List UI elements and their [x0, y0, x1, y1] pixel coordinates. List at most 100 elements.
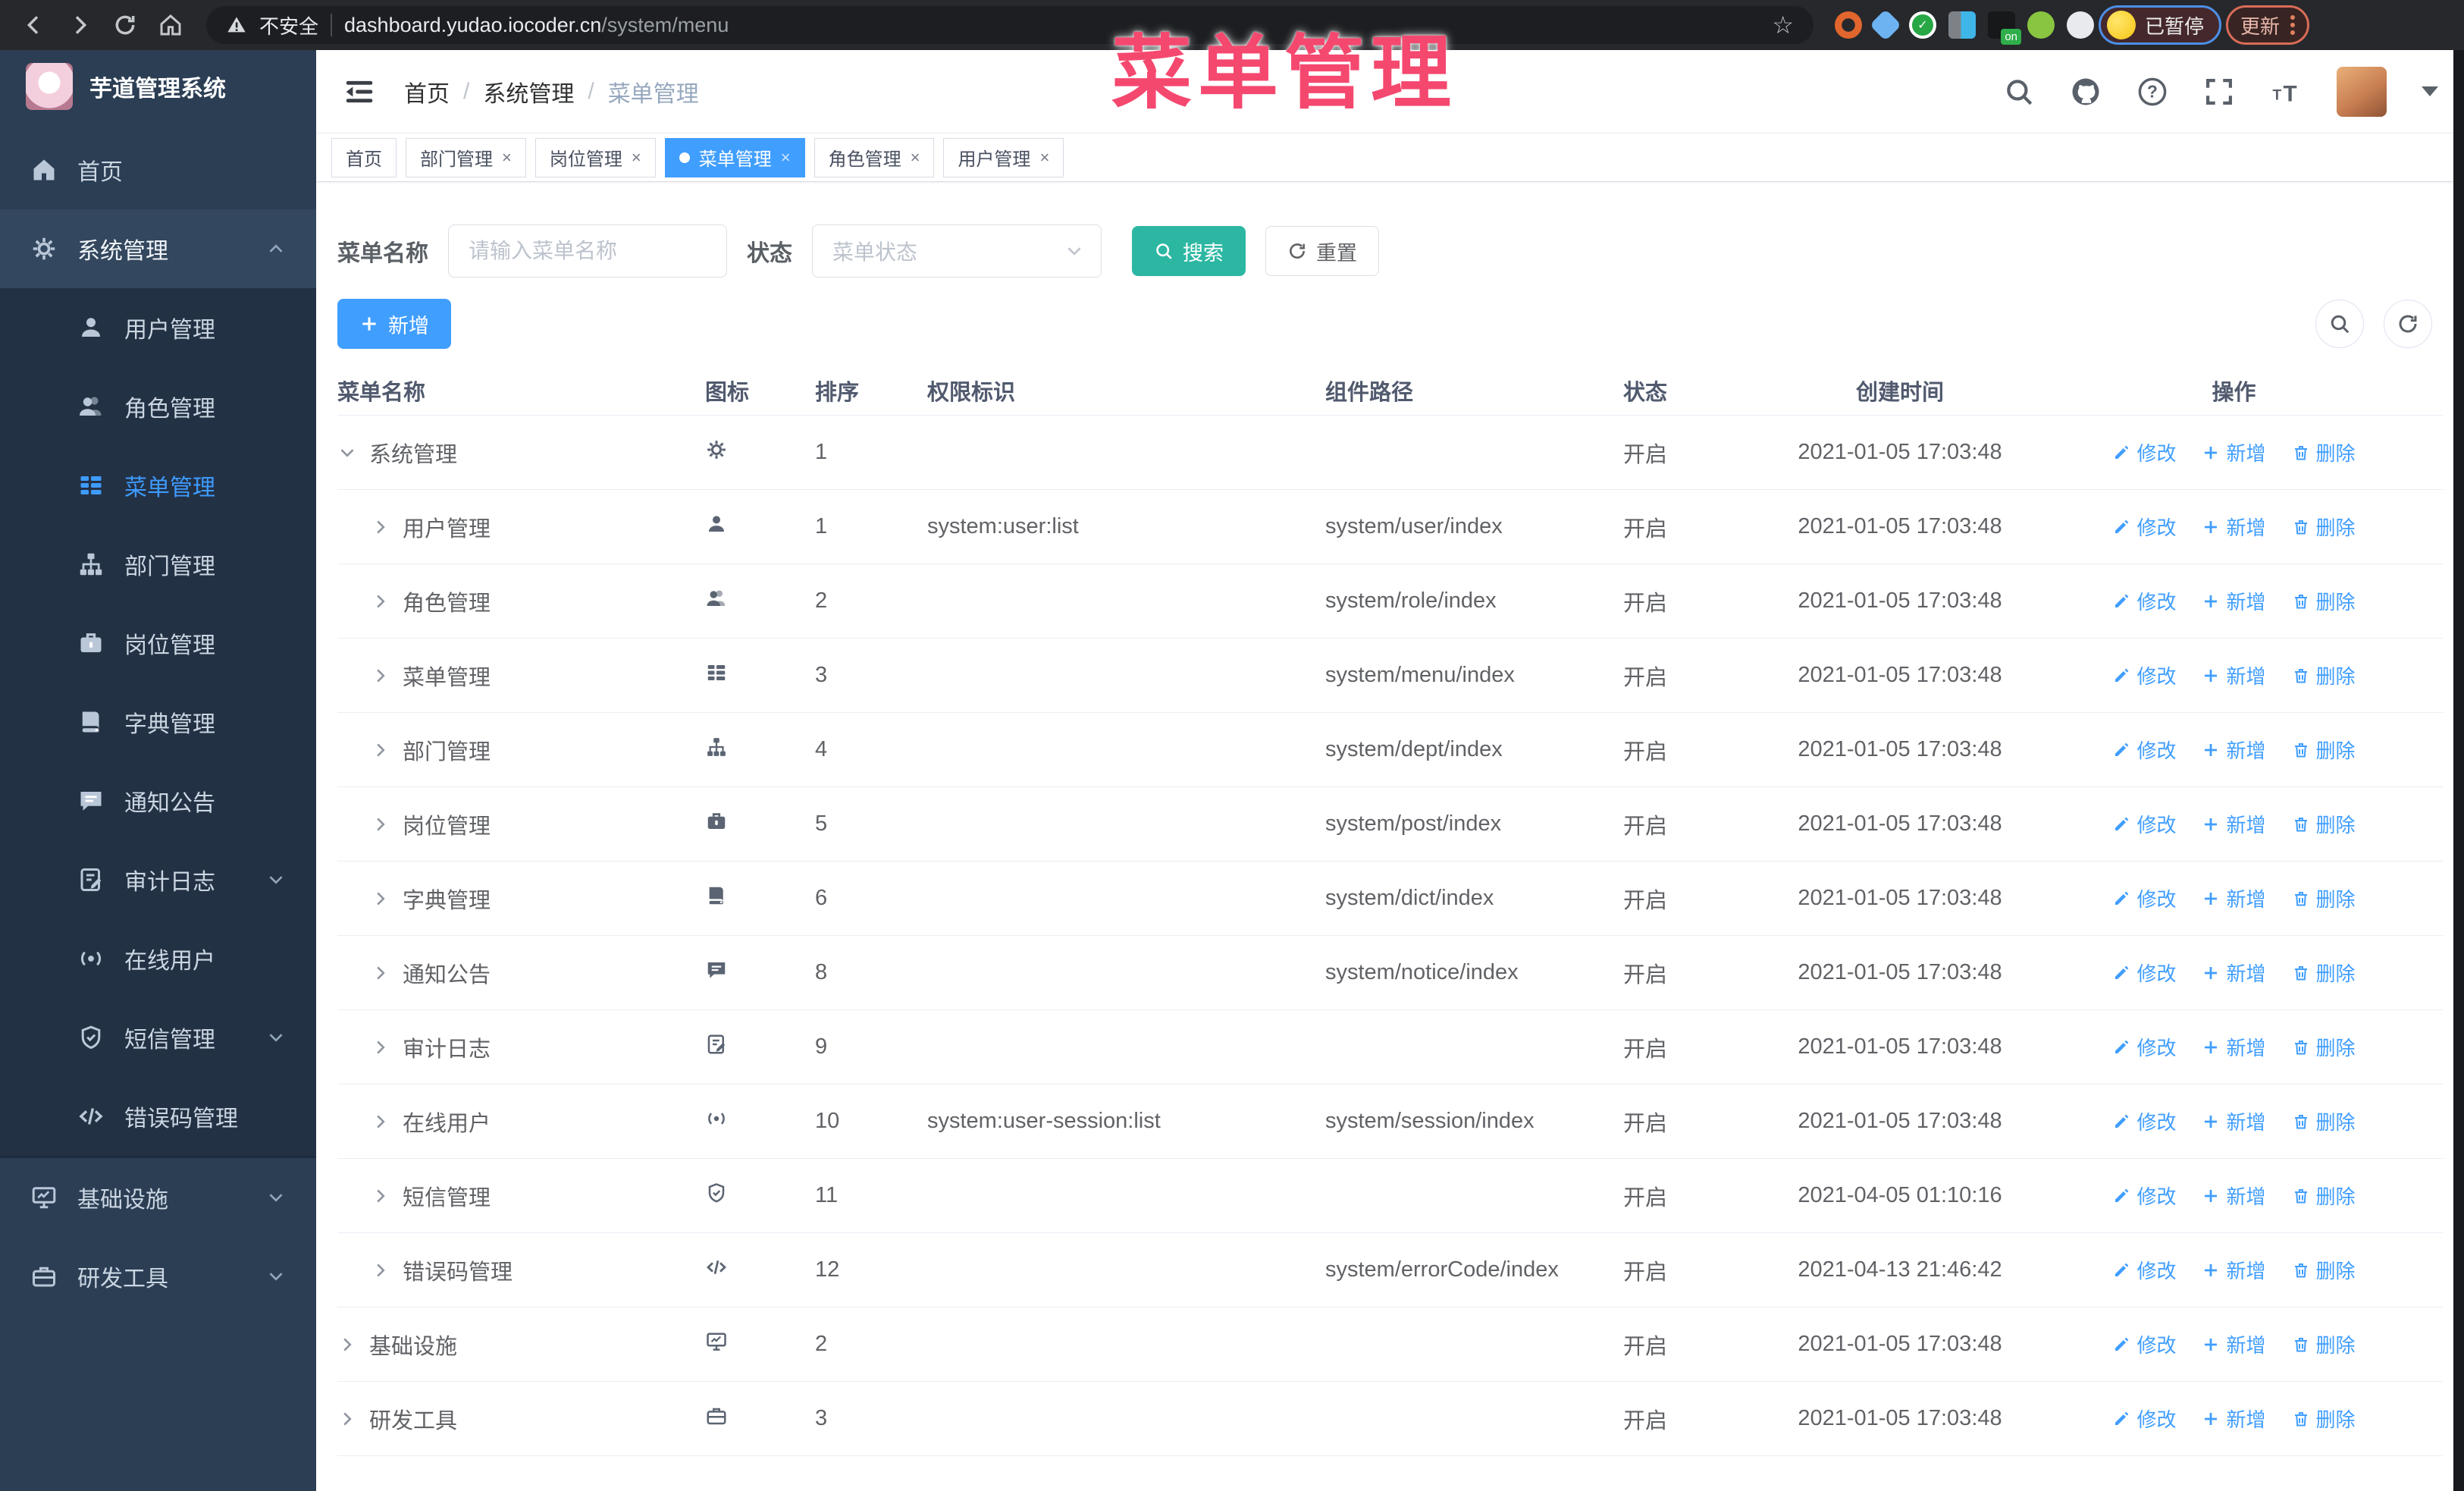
edit-row-link[interactable]: 修改 [2112, 1256, 2176, 1284]
edit-row-link[interactable]: 修改 [2112, 1182, 2176, 1210]
bookmark-star-icon[interactable]: ☆ [1772, 11, 1794, 39]
edit-row-link[interactable]: 修改 [2112, 1033, 2176, 1061]
edit-row-link[interactable]: 修改 [2112, 438, 2176, 466]
hamburger-icon[interactable] [342, 74, 377, 109]
expand-right-icon[interactable] [371, 740, 390, 760]
sidebar-item-短信管理[interactable]: 短信管理 [0, 998, 316, 1077]
close-tab-icon[interactable]: × [781, 149, 791, 166]
logo[interactable]: 芋道管理系统 [0, 50, 316, 123]
add-row-link[interactable]: 新增 [2202, 1033, 2266, 1061]
menu-name-input[interactable] [448, 224, 727, 278]
sidebar-item-用户管理[interactable]: 用户管理 [0, 288, 316, 367]
edit-row-link[interactable]: 修改 [2112, 1405, 2176, 1433]
breadcrumb-item[interactable]: 首页 [404, 75, 450, 108]
delete-row-link[interactable]: 删除 [2292, 810, 2356, 838]
expand-right-icon[interactable] [371, 963, 390, 983]
android-figure-extension-icon[interactable] [2027, 11, 2055, 39]
puzzle-extension-icon[interactable] [2067, 11, 2094, 39]
delete-row-link[interactable]: 删除 [2292, 1033, 2356, 1061]
tab-用户管理[interactable]: 用户管理 × [943, 137, 1064, 177]
sidebar-item-研发工具[interactable]: 研发工具 [0, 1237, 316, 1316]
add-row-link[interactable]: 新增 [2202, 1182, 2266, 1210]
sidebar-item-系统管理[interactable]: 系统管理 [0, 209, 316, 288]
expand-right-icon[interactable] [371, 1260, 390, 1280]
close-tab-icon[interactable]: × [632, 149, 641, 166]
delete-row-link[interactable]: 删除 [2292, 1107, 2356, 1135]
sidebar-item-部门管理[interactable]: 部门管理 [0, 525, 316, 604]
profile-paused-pill[interactable]: 已暂停 [2099, 5, 2222, 45]
add-row-link[interactable]: 新增 [2202, 1107, 2266, 1135]
tab-菜单管理[interactable]: 菜单管理 × [664, 137, 805, 177]
edit-row-link[interactable]: 修改 [2112, 1107, 2176, 1135]
close-tab-icon[interactable]: × [502, 149, 512, 166]
delete-row-link[interactable]: 删除 [2292, 661, 2356, 689]
address-bar[interactable]: 不安全 dashboard.yudao.iocoder.cn/system/me… [206, 6, 1814, 44]
delete-row-link[interactable]: 删除 [2292, 587, 2356, 615]
delete-row-link[interactable]: 删除 [2292, 736, 2356, 764]
add-row-link[interactable]: 新增 [2202, 1256, 2266, 1284]
add-row-link[interactable]: 新增 [2202, 1330, 2266, 1358]
tab-首页[interactable]: 首页 [331, 137, 397, 177]
delete-row-link[interactable]: 删除 [2292, 959, 2356, 987]
browser-menu-icon[interactable] [2290, 15, 2296, 35]
delete-row-link[interactable]: 删除 [2292, 1182, 2356, 1210]
reset-button[interactable]: 重置 [1265, 226, 1379, 276]
add-row-link[interactable]: 新增 [2202, 959, 2266, 987]
sidebar-item-菜单管理[interactable]: 菜单管理 [0, 446, 316, 525]
tab-岗位管理[interactable]: 岗位管理 × [534, 137, 656, 177]
tab-角色管理[interactable]: 角色管理 × [813, 137, 935, 177]
delete-row-link[interactable]: 删除 [2292, 1330, 2356, 1358]
sidebar-item-错误码管理[interactable]: 错误码管理 [0, 1077, 316, 1156]
refresh-table-button[interactable] [2384, 300, 2432, 348]
edit-row-link[interactable]: 修改 [2112, 587, 2176, 615]
delete-row-link[interactable]: 删除 [2292, 438, 2356, 466]
browser-forward-button[interactable] [59, 5, 100, 46]
scrollbar[interactable] [2453, 50, 2464, 1491]
sidebar-item-通知公告[interactable]: 通知公告 [0, 761, 316, 840]
sidebar-item-岗位管理[interactable]: 岗位管理 [0, 604, 316, 683]
expand-right-icon[interactable] [337, 1335, 357, 1354]
sidebar-item-审计日志[interactable]: 审计日志 [0, 840, 316, 919]
add-row-link[interactable]: 新增 [2202, 884, 2266, 912]
add-row-link[interactable]: 新增 [2202, 661, 2266, 689]
edit-row-link[interactable]: 修改 [2112, 810, 2176, 838]
avatar[interactable] [2337, 66, 2387, 117]
show-search-button[interactable] [2315, 300, 2364, 348]
search-button[interactable]: 搜索 [1132, 226, 1246, 276]
status-select[interactable]: 菜单状态 [812, 224, 1102, 278]
expand-right-icon[interactable] [371, 1186, 390, 1206]
panel-extension-icon[interactable] [1948, 11, 1976, 39]
delete-row-link[interactable]: 删除 [2292, 884, 2356, 912]
expand-down-icon[interactable] [337, 443, 357, 463]
add-row-link[interactable]: 新增 [2202, 810, 2266, 838]
github-icon[interactable] [2070, 76, 2102, 108]
edit-row-link[interactable]: 修改 [2112, 513, 2176, 541]
browser-back-button[interactable] [14, 5, 55, 46]
add-row-link[interactable]: 新增 [2202, 587, 2266, 615]
browser-reload-button[interactable] [105, 5, 146, 46]
delete-row-link[interactable]: 删除 [2292, 1256, 2356, 1284]
edit-row-link[interactable]: 修改 [2112, 736, 2176, 764]
delete-row-link[interactable]: 删除 [2292, 1405, 2356, 1433]
tab-部门管理[interactable]: 部门管理 × [406, 137, 526, 177]
add-row-link[interactable]: 新增 [2202, 513, 2266, 541]
sidebar-item-基础设施[interactable]: 基础设施 [0, 1158, 316, 1237]
breadcrumb-item[interactable]: 系统管理 [483, 75, 574, 108]
blue-gem-extension-icon[interactable] [1869, 8, 1902, 42]
green-shield-extension-icon[interactable]: ✓ [1909, 11, 1936, 39]
add-row-link[interactable]: 新增 [2202, 1405, 2266, 1433]
add-button[interactable]: 新增 [337, 299, 451, 349]
terminal-on-badge-extension-icon[interactable]: on [1988, 11, 2021, 45]
browser-home-button[interactable] [150, 5, 191, 46]
add-row-link[interactable]: 新增 [2202, 736, 2266, 764]
edit-row-link[interactable]: 修改 [2112, 959, 2176, 987]
expand-right-icon[interactable] [371, 1037, 390, 1057]
search-icon[interactable] [2003, 76, 2035, 108]
expand-right-icon[interactable] [371, 815, 390, 834]
close-tab-icon[interactable]: × [1039, 149, 1049, 166]
delete-row-link[interactable]: 删除 [2292, 513, 2356, 541]
sidebar-item-字典管理[interactable]: 字典管理 [0, 683, 316, 761]
add-row-link[interactable]: 新增 [2202, 438, 2266, 466]
sidebar-item-在线用户[interactable]: 在线用户 [0, 919, 316, 998]
help-icon[interactable] [2136, 76, 2168, 108]
